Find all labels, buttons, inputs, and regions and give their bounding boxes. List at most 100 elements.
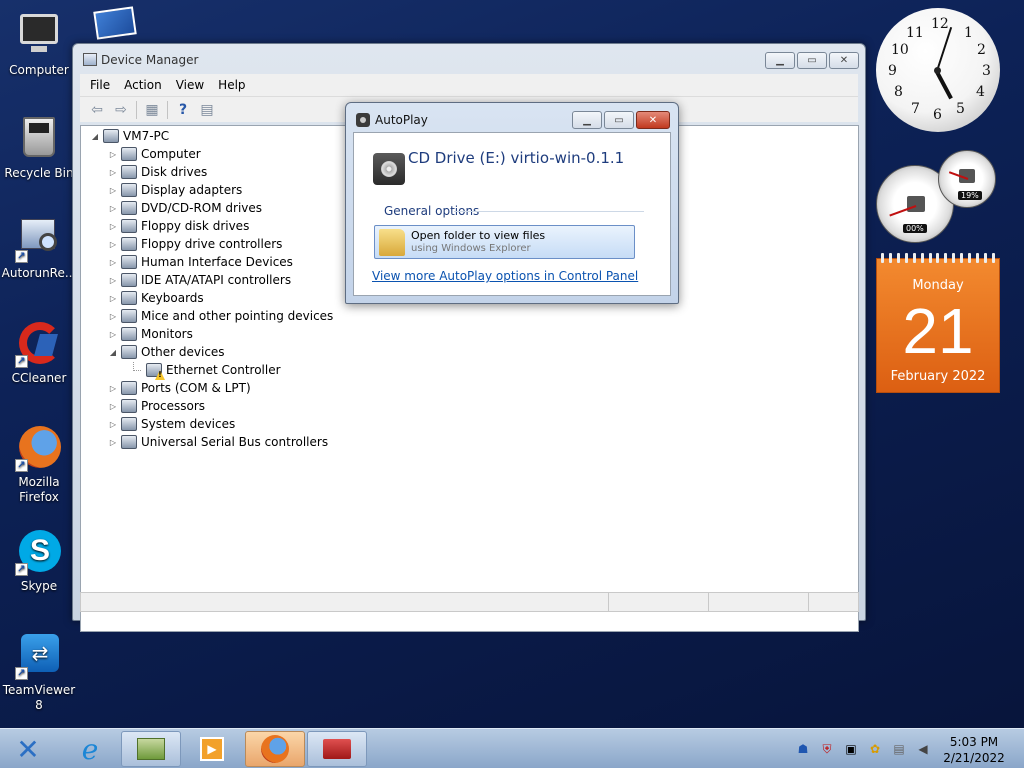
expand-icon[interactable]: ▷ [107, 276, 119, 285]
library-icon [137, 738, 165, 760]
forward-icon[interactable]: ⇨ [112, 102, 130, 118]
menu-view[interactable]: View [176, 78, 204, 92]
tree-item-label: DVD/CD-ROM drives [141, 201, 263, 215]
device-manager-titlebar[interactable]: Device Manager ▁ ▭ ✕ [73, 44, 865, 74]
desktop-icon-label: CCleaner [11, 371, 67, 385]
tree-item[interactable]: ▷ IDE ATA/ATAPI controllers [107, 271, 291, 289]
computer-icon [121, 147, 137, 161]
taskbar-media-player[interactable]: ▶ [182, 731, 242, 767]
expand-icon[interactable]: ▷ [107, 330, 119, 339]
expand-icon[interactable]: ▷ [107, 294, 119, 303]
taskbar-device-manager[interactable] [307, 731, 367, 767]
taskbar-firefox[interactable] [245, 731, 305, 767]
tree-item[interactable]: ▷ Mice and other pointing devices [107, 307, 333, 325]
collapse-icon[interactable]: ◢ [89, 132, 101, 141]
action-center-icon[interactable]: ⛨ [819, 741, 835, 757]
tree-item[interactable]: ▷ Ports (COM & LPT) [107, 379, 251, 397]
desktop-icon-skype[interactable]: S ↗ Skype [0, 528, 78, 594]
maximize-button[interactable]: ▭ [604, 111, 634, 129]
media-player-icon: ▶ [200, 737, 224, 761]
tree-item-label: Computer [141, 147, 201, 161]
desktop-icon-label: Computer [9, 63, 69, 77]
keyboard-icon [121, 291, 137, 305]
tree-item[interactable]: ▷ Floppy drive controllers [107, 235, 282, 253]
tree-item[interactable]: ▷ Computer [107, 145, 201, 163]
tree-item-child[interactable]: Ethernet Controller [133, 361, 281, 379]
tree-item[interactable]: ▷ Universal Serial Bus controllers [107, 433, 328, 451]
network-icon[interactable]: ☗ [795, 741, 811, 757]
maximize-button[interactable]: ▭ [797, 52, 827, 69]
autoruns-icon: ↗ [15, 215, 63, 263]
help-icon[interactable]: ? [174, 102, 192, 118]
display-icon[interactable]: ▣ [843, 741, 859, 757]
start-button[interactable]: ✕ [4, 731, 52, 767]
desktop-icon-ccleaner[interactable]: ↗ CCleaner [0, 320, 78, 386]
tree-root[interactable]: ◢ VM7-PC [89, 127, 169, 145]
properties-icon[interactable]: ▤ [198, 102, 216, 118]
menu-help[interactable]: Help [218, 78, 245, 92]
tree-item[interactable]: ▷ Floppy disk drives [107, 217, 249, 235]
dialog-title: AutoPlay [375, 113, 428, 127]
tree-item[interactable]: ▷ System devices [107, 415, 235, 433]
minimize-button[interactable]: ▁ [765, 52, 795, 69]
clock-number: 6 [933, 107, 942, 123]
control-panel-link[interactable]: View more AutoPlay options in Control Pa… [372, 269, 638, 283]
settings-icon[interactable]: ✿ [867, 741, 883, 757]
taskbar-date: 2/21/2022 [943, 751, 1005, 765]
desktop-icon-teamviewer[interactable]: ⇄ ↗ TeamViewer 8 [0, 632, 78, 713]
close-button[interactable]: ✕ [829, 52, 859, 69]
expand-icon[interactable]: ▷ [107, 150, 119, 159]
expand-icon[interactable]: ▷ [107, 222, 119, 231]
console-tree-icon[interactable]: ▦ [143, 102, 161, 118]
close-button[interactable]: ✕ [636, 111, 670, 129]
taskbar-internet-explorer[interactable]: e [60, 731, 120, 767]
clock-number: 7 [911, 101, 920, 117]
collapse-icon[interactable]: ◢ [107, 348, 119, 357]
tree-item-label: System devices [141, 417, 236, 431]
calendar-gadget[interactable]: Monday 21 February 2022 [876, 253, 1000, 393]
tree-item[interactable]: ▷ Disk drives [107, 163, 207, 181]
open-folder-option[interactable]: Open folder to view files using Windows … [374, 225, 635, 259]
expand-icon[interactable]: ▷ [107, 240, 119, 249]
calendar-month: February 2022 [890, 369, 986, 384]
minimize-button[interactable]: ▁ [572, 111, 602, 129]
desktop-partial-icon[interactable] [93, 5, 141, 41]
safely-remove-icon[interactable]: ▤ [891, 741, 907, 757]
desktop-icon-recycle-bin[interactable]: Recycle Bin [0, 115, 78, 181]
clock-gadget[interactable]: 12 1 2 3 4 5 6 7 8 9 10 11 [876, 8, 1000, 132]
window-title: Device Manager [101, 53, 199, 67]
tree-item[interactable]: ▷ Display adapters [107, 181, 242, 199]
desktop-icon-firefox[interactable]: ↗ Mozilla Firefox [0, 424, 78, 505]
expand-icon[interactable]: ▷ [107, 312, 119, 321]
volume-icon[interactable]: ◀ [915, 741, 931, 757]
autoplay-dialog: AutoPlay ▁ ▭ ✕ CD Drive (E:) virtio-win-… [345, 102, 679, 304]
expand-icon[interactable]: ▷ [107, 420, 119, 429]
tree-item[interactable]: ◢ Other devices [107, 343, 225, 361]
menu-action[interactable]: Action [124, 78, 162, 92]
menu-file[interactable]: File [90, 78, 110, 92]
tree-item[interactable]: ▷ Processors [107, 397, 205, 415]
expand-icon[interactable]: ▷ [107, 186, 119, 195]
unknown-device-icon [121, 345, 137, 359]
expand-icon[interactable]: ▷ [107, 168, 119, 177]
expand-icon[interactable]: ▷ [107, 384, 119, 393]
usb-icon [121, 435, 137, 449]
tree-item[interactable]: ▷ Human Interface Devices [107, 253, 293, 271]
taskbar-library[interactable] [121, 731, 181, 767]
desktop-icon-computer[interactable]: Computer [0, 12, 78, 78]
computer-icon [15, 12, 63, 60]
tree-item-label: Mice and other pointing devices [141, 309, 334, 323]
expand-icon[interactable]: ▷ [107, 258, 119, 267]
tree-item[interactable]: ▷ Monitors [107, 325, 193, 343]
tree-item-label: Floppy disk drives [141, 219, 250, 233]
expand-icon[interactable]: ▷ [107, 204, 119, 213]
tree-item[interactable]: ▷ DVD/CD-ROM drives [107, 199, 262, 217]
desktop-icon-autorunre[interactable]: ↗ AutorunRe... [0, 215, 78, 281]
calendar-weekday: Monday [912, 278, 964, 293]
expand-icon[interactable]: ▷ [107, 438, 119, 447]
back-icon[interactable]: ⇦ [88, 102, 106, 118]
tree-item[interactable]: ▷ Keyboards [107, 289, 204, 307]
taskbar-clock[interactable]: 5:03 PM 2/21/2022 [935, 734, 1013, 766]
status-pane [81, 593, 609, 611]
expand-icon[interactable]: ▷ [107, 402, 119, 411]
